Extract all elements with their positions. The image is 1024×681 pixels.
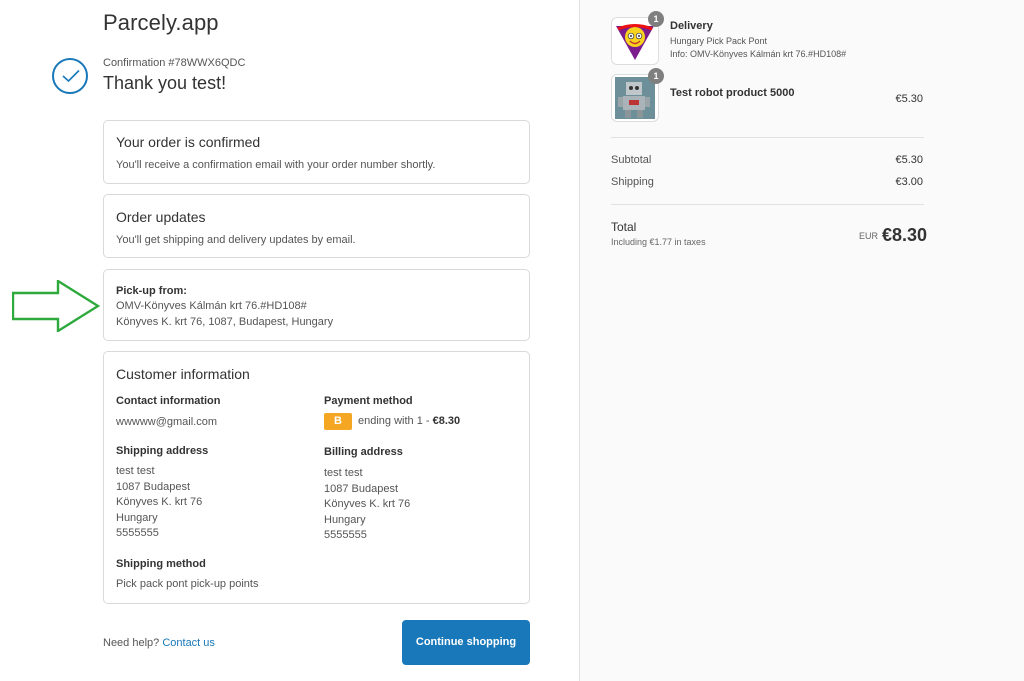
main-panel: Parcely.app Confirmation #78WWX6QDC Than… bbox=[0, 0, 579, 681]
order-confirmed-box: Your order is confirmed You'll receive a… bbox=[103, 120, 530, 184]
order-updates-box: Order updates You'll get shipping and de… bbox=[103, 194, 530, 258]
product-quantity-badge: 1 bbox=[648, 68, 664, 84]
shipping-address-line: Hungary bbox=[116, 511, 158, 524]
payment-ending-text: ending with 1 - bbox=[358, 415, 433, 427]
order-confirmed-title: Your order is confirmed bbox=[116, 134, 261, 150]
shipping-address-line: 1087 Budapest bbox=[116, 480, 191, 493]
confirmation-number: Confirmation #78WWX6QDC bbox=[103, 57, 246, 69]
billing-address: test test 1087 Budapest Könyves K. krt 7… bbox=[324, 466, 410, 544]
billing-address-line: 1087 Budapest bbox=[324, 482, 399, 495]
help-text: Need help? Contact us bbox=[103, 637, 215, 649]
shipping-value: €3.00 bbox=[895, 176, 923, 188]
order-updates-text: You'll get shipping and delivery updates… bbox=[116, 234, 356, 246]
total-value: €8.30 bbox=[882, 225, 928, 245]
payment-method-label: Payment method bbox=[324, 395, 413, 407]
product-price: €5.30 bbox=[895, 93, 923, 105]
summary-divider bbox=[611, 137, 924, 138]
pickup-label: Pick-up from: bbox=[116, 285, 187, 297]
delivery-item-name: Delivery bbox=[670, 20, 713, 32]
delivery-quantity-badge: 1 bbox=[648, 11, 664, 27]
contact-email: wwwww@gmail.com bbox=[116, 416, 218, 428]
product-thumbnail: 1 bbox=[611, 68, 664, 122]
payment-amount: €8.30 bbox=[432, 415, 461, 427]
green-arrow-icon bbox=[12, 280, 100, 332]
order-confirmed-text: You'll receive a confirmation email with… bbox=[116, 159, 436, 171]
pickup-line-2: Könyves K. krt 76, 1087, Budapest, Hunga… bbox=[116, 316, 334, 328]
summary-divider bbox=[611, 204, 924, 205]
contact-information-label: Contact information bbox=[116, 395, 221, 407]
continue-shopping-button[interactable]: Continue shopping bbox=[402, 620, 530, 665]
pickup-line-1: OMV-Könyves Kálmán krt 76.#HD108# bbox=[116, 300, 307, 312]
delivery-thumbnail: 1 bbox=[611, 11, 664, 65]
store-logo[interactable]: Parcely.app bbox=[103, 10, 219, 36]
contact-us-link[interactable]: Contact us bbox=[162, 637, 215, 649]
shipping-address: test test 1087 Budapest Könyves K. krt 7… bbox=[116, 464, 202, 542]
billing-address-line: 5555555 bbox=[324, 529, 367, 542]
customer-information-title: Customer information bbox=[116, 366, 250, 382]
shipping-method-label: Shipping method bbox=[116, 558, 206, 570]
currency-code: EUR bbox=[859, 231, 879, 241]
shipping-address-line: Könyves K. krt 76 bbox=[116, 496, 203, 509]
pickup-box: Pick-up from: OMV-Könyves Kálmán krt 76.… bbox=[103, 269, 530, 341]
order-updates-title: Order updates bbox=[116, 209, 206, 225]
product-name: Test robot product 5000 bbox=[670, 87, 795, 99]
billing-address-line: Hungary bbox=[324, 513, 366, 526]
payment-details: ending with 1 - €8.30 bbox=[358, 414, 460, 430]
customer-information-box: Customer information Contact information… bbox=[103, 351, 530, 604]
subtotal-label: Subtotal bbox=[611, 154, 652, 166]
total-label: Total bbox=[611, 220, 637, 234]
help-prefix: Need help? bbox=[103, 637, 163, 649]
delivery-info: Info: OMV-Könyves Kálmán krt 76.#HD108# bbox=[670, 49, 847, 59]
shipping-address-line: test test bbox=[116, 465, 155, 477]
checkmark-icon bbox=[62, 69, 80, 83]
shipping-address-label: Shipping address bbox=[116, 445, 209, 457]
thank-you-heading: Thank you test! bbox=[103, 73, 227, 93]
payment-provider-icon: B bbox=[324, 413, 352, 430]
delivery-provider: Hungary Pick Pack Pont bbox=[670, 36, 768, 46]
shipping-address-line: 5555555 bbox=[116, 527, 159, 540]
billing-address-label: Billing address bbox=[324, 446, 403, 458]
billing-address-line: test test bbox=[324, 467, 363, 479]
shipping-method-value: Pick pack pont pick-up points bbox=[116, 578, 259, 590]
billing-address-line: Könyves K. krt 76 bbox=[324, 498, 411, 511]
subtotal-value: €5.30 bbox=[895, 154, 923, 166]
confirmation-check-icon bbox=[52, 58, 88, 94]
shipping-label: Shipping bbox=[611, 176, 654, 188]
taxes-note: Including €1.77 in taxes bbox=[611, 237, 706, 247]
